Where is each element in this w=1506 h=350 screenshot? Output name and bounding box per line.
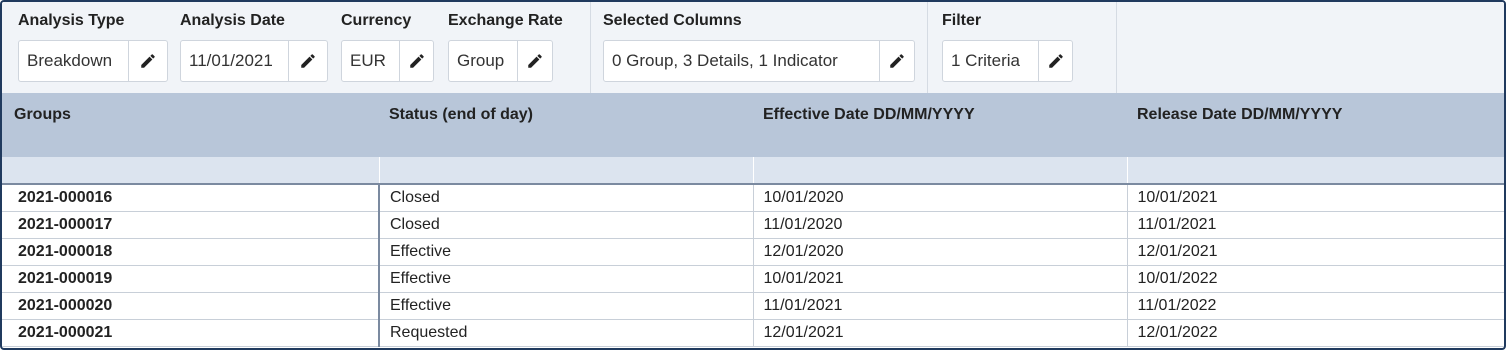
- release-date-cell: 12/01/2022: [1127, 319, 1504, 347]
- status-cell: Effective: [379, 265, 754, 293]
- currency-group: Currency EUR: [341, 2, 434, 93]
- selected-columns-field[interactable]: 0 Group, 3 Details, 1 Indicator: [603, 40, 915, 82]
- analysis-panel: Analysis Type Breakdown Analysis Date 11…: [0, 0, 1506, 350]
- analysis-date-label: Analysis Date: [180, 12, 285, 29]
- currency-field[interactable]: EUR: [341, 40, 434, 82]
- effective-date-cell: 10/01/2021: [753, 265, 1128, 293]
- analysis-type-group: Analysis Type Breakdown: [18, 2, 168, 93]
- selected-columns-edit-button[interactable]: [879, 41, 914, 81]
- status-cell: Effective: [379, 292, 754, 320]
- group-id-cell: 2021-000016: [2, 184, 380, 212]
- filter-group: Filter 1 Criteria: [942, 2, 1073, 93]
- analysis-type-edit-button[interactable]: [128, 41, 167, 81]
- analysis-date-group: Analysis Date 11/01/2021: [180, 2, 328, 93]
- group-id-cell: 2021-000019: [2, 265, 380, 293]
- column-filter-row: [2, 157, 1504, 185]
- effective-date-cell: 12/01/2021: [753, 319, 1128, 347]
- pencil-icon: [890, 54, 904, 68]
- analysis-type-label: Analysis Type: [18, 12, 125, 29]
- toolbar-divider: [927, 2, 928, 93]
- filter-cell-effective-date[interactable]: [753, 157, 1128, 185]
- currency-value: EUR: [350, 51, 386, 70]
- column-header-status[interactable]: Status (end of day): [379, 93, 753, 157]
- toolbar-divider: [1116, 2, 1117, 93]
- effective-date-cell: 11/01/2021: [753, 292, 1128, 320]
- table-row[interactable]: 2021-000017 Closed 11/01/2020 11/01/2021: [2, 211, 1504, 239]
- release-date-cell: 12/01/2021: [1127, 238, 1504, 266]
- pencil-icon: [409, 54, 424, 68]
- table-row[interactable]: 2021-000020 Effective 11/01/2021 11/01/2…: [2, 292, 1504, 320]
- status-cell: Effective: [379, 238, 754, 266]
- group-id-cell: 2021-000018: [2, 238, 380, 266]
- results-table-container: Groups Status (end of day) Effective Dat…: [2, 93, 1504, 347]
- exchange-rate-label: Exchange Rate: [448, 12, 563, 29]
- pencil-icon: [1048, 54, 1063, 68]
- selected-columns-label: Selected Columns: [603, 12, 742, 29]
- exchange-rate-group: Exchange Rate Group: [448, 2, 578, 93]
- toolbar-divider: [590, 2, 591, 93]
- filter-cell-status[interactable]: [379, 157, 754, 185]
- pencil-icon: [528, 54, 542, 68]
- table-header-row: Groups Status (end of day) Effective Dat…: [2, 93, 1504, 157]
- pencil-icon: [301, 54, 315, 68]
- release-date-cell: 10/01/2021: [1127, 184, 1504, 212]
- column-header-effective-date[interactable]: Effective Date DD/MM/YYYY: [753, 93, 1127, 157]
- exchange-rate-value: Group: [457, 51, 505, 70]
- column-header-groups[interactable]: Groups: [2, 93, 379, 157]
- table-row[interactable]: 2021-000018 Effective 12/01/2020 12/01/2…: [2, 238, 1504, 266]
- group-id-cell: 2021-000017: [2, 211, 380, 239]
- table-row[interactable]: 2021-000021 Requested 12/01/2021 12/01/2…: [2, 319, 1504, 347]
- column-header-release-date[interactable]: Release Date DD/MM/YYYY: [1127, 93, 1504, 157]
- pencil-icon: [141, 54, 155, 68]
- release-date-cell: 11/01/2022: [1127, 292, 1504, 320]
- table-row[interactable]: 2021-000016 Closed 10/01/2020 10/01/2021: [2, 184, 1504, 212]
- selected-columns-value: 0 Group, 3 Details, 1 Indicator: [612, 51, 838, 70]
- group-id-cell: 2021-000021: [2, 319, 380, 347]
- analysis-date-field[interactable]: 11/01/2021: [180, 40, 328, 82]
- release-date-cell: 11/01/2021: [1127, 211, 1504, 239]
- filter-edit-button[interactable]: [1038, 41, 1072, 81]
- filter-value: 1 Criteria: [951, 51, 1020, 70]
- currency-edit-button[interactable]: [399, 41, 433, 81]
- analysis-date-value: 11/01/2021: [189, 51, 273, 70]
- selected-columns-group: Selected Columns 0 Group, 3 Details, 1 I…: [603, 2, 915, 93]
- results-table: Groups Status (end of day) Effective Dat…: [2, 93, 1504, 347]
- status-cell: Closed: [379, 211, 754, 239]
- filter-field[interactable]: 1 Criteria: [942, 40, 1073, 82]
- effective-date-cell: 10/01/2020: [753, 184, 1128, 212]
- analysis-toolbar: Analysis Type Breakdown Analysis Date 11…: [2, 2, 1504, 93]
- analysis-date-edit-button[interactable]: [288, 41, 327, 81]
- analysis-type-value: Breakdown: [27, 51, 113, 70]
- currency-label: Currency: [341, 12, 412, 29]
- analysis-type-field[interactable]: Breakdown: [18, 40, 168, 82]
- filter-cell-release-date[interactable]: [1127, 157, 1504, 185]
- exchange-rate-edit-button[interactable]: [517, 41, 552, 81]
- exchange-rate-field[interactable]: Group: [448, 40, 553, 82]
- effective-date-cell: 11/01/2020: [753, 211, 1128, 239]
- release-date-cell: 10/01/2022: [1127, 265, 1504, 293]
- status-cell: Requested: [379, 319, 754, 347]
- filter-label: Filter: [942, 12, 982, 29]
- table-row[interactable]: 2021-000019 Effective 10/01/2021 10/01/2…: [2, 265, 1504, 293]
- filter-cell-groups[interactable]: [2, 157, 380, 185]
- effective-date-cell: 12/01/2020: [753, 238, 1128, 266]
- group-id-cell: 2021-000020: [2, 292, 380, 320]
- status-cell: Closed: [379, 184, 754, 212]
